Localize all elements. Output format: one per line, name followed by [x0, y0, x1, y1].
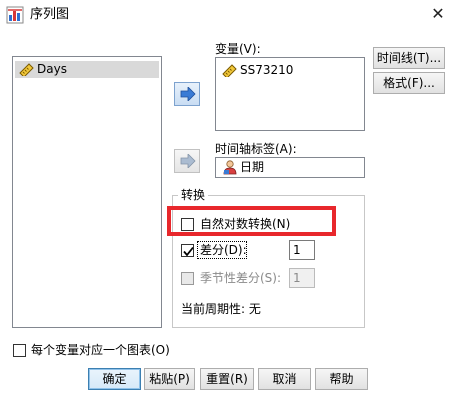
close-icon: ✕ — [431, 4, 445, 23]
source-variable-item-days[interactable]: Days — [15, 61, 159, 78]
variables-label: 变量(V): — [215, 42, 261, 56]
ok-button[interactable]: 确定 — [88, 368, 141, 390]
one-chart-per-variable-label: 每个变量对应一个图表(O) — [31, 343, 170, 357]
person-icon — [223, 160, 237, 175]
ruler-icon — [19, 63, 34, 76]
variables-list[interactable]: SS73210 — [215, 57, 365, 131]
help-button[interactable]: 帮助 — [315, 368, 368, 390]
reset-button[interactable]: 重置(R) — [200, 368, 254, 390]
variables-item-ss73210[interactable]: SS73210 — [218, 62, 362, 79]
transform-group-title: 转换 — [178, 187, 209, 203]
time-axis-label: 时间轴标签(A): — [215, 142, 297, 156]
seasonal-difference-checkbox[interactable] — [181, 272, 194, 285]
move-to-variables-button[interactable] — [174, 82, 200, 106]
window-title: 序列图 — [30, 7, 70, 22]
time-lines-button[interactable]: 时间线(T)... — [373, 47, 445, 69]
cancel-button[interactable]: 取消 — [258, 368, 311, 390]
time-axis-item[interactable]: 日期 — [218, 159, 362, 176]
format-button[interactable]: 格式(F)... — [373, 72, 445, 94]
title-bar: 序列图 ✕ — [0, 0, 455, 30]
one-chart-per-variable-checkbox[interactable] — [13, 344, 26, 357]
seasonal-difference-label: 季节性差分(S): — [200, 271, 282, 285]
time-axis-field[interactable]: 日期 — [215, 157, 365, 178]
highlight-annotation — [167, 206, 336, 236]
difference-order-input[interactable]: 1 — [289, 240, 315, 260]
paste-button[interactable]: 粘贴(P) — [144, 368, 195, 390]
variables-item-label: SS73210 — [240, 63, 294, 77]
arrow-right-icon — [180, 154, 196, 168]
chart-app-icon — [6, 6, 24, 24]
move-to-time-axis-button[interactable] — [174, 149, 200, 173]
difference-focus-outline — [197, 241, 247, 259]
close-button[interactable]: ✕ — [425, 2, 451, 26]
sequence-chart-dialog: 序列图 ✕ Days 变量(V): SS73210 时间线(T)... 格式(F… — [0, 0, 455, 396]
arrow-right-icon — [180, 87, 196, 101]
time-axis-value: 日期 — [240, 160, 265, 174]
source-variable-label: Days — [37, 62, 67, 76]
current-periodicity-label: 当前周期性: 无 — [181, 302, 261, 316]
ruler-icon — [222, 64, 237, 77]
source-variable-list[interactable]: Days — [12, 56, 162, 328]
difference-checkbox[interactable] — [181, 244, 194, 257]
seasonal-difference-order-input[interactable]: 1 — [289, 268, 315, 288]
checkmark-icon — [183, 246, 194, 257]
